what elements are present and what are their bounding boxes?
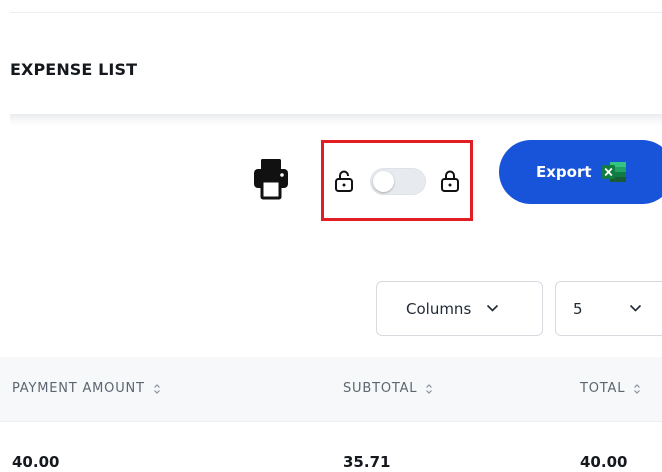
columns-dropdown[interactable]: Columns (376, 281, 543, 336)
printer-icon (254, 159, 288, 200)
export-button[interactable]: Export (499, 140, 662, 204)
column-header-subtotal[interactable]: SUBTOTAL (343, 381, 433, 396)
sort-icon (634, 383, 641, 394)
column-header-total[interactable]: TOTAL (580, 381, 641, 396)
page-title: EXPENSE LIST (10, 60, 138, 79)
unlock-icon (335, 170, 353, 192)
chevron-down-icon (629, 304, 641, 312)
toggle-knob (373, 171, 394, 192)
lock-toggle-switch[interactable] (370, 168, 426, 195)
excel-icon (601, 162, 626, 182)
columns-label: Columns (406, 299, 472, 318)
sort-icon (426, 383, 433, 394)
column-header-payment-amount[interactable]: PAYMENT AMOUNT (12, 381, 161, 396)
cell-subtotal: 35.71 (343, 453, 391, 471)
lock-icon (441, 170, 459, 192)
cell-total: 40.00 (580, 453, 628, 471)
cell-payment-amount: 40.00 (12, 453, 60, 471)
page-size-select[interactable]: 5 (555, 281, 662, 336)
print-button[interactable] (252, 157, 290, 201)
top-divider (10, 12, 662, 13)
page-size-value: 5 (573, 299, 583, 318)
section-divider (10, 114, 662, 126)
export-label: Export (536, 163, 592, 181)
sort-icon (153, 383, 160, 394)
chevron-down-icon (487, 304, 499, 312)
